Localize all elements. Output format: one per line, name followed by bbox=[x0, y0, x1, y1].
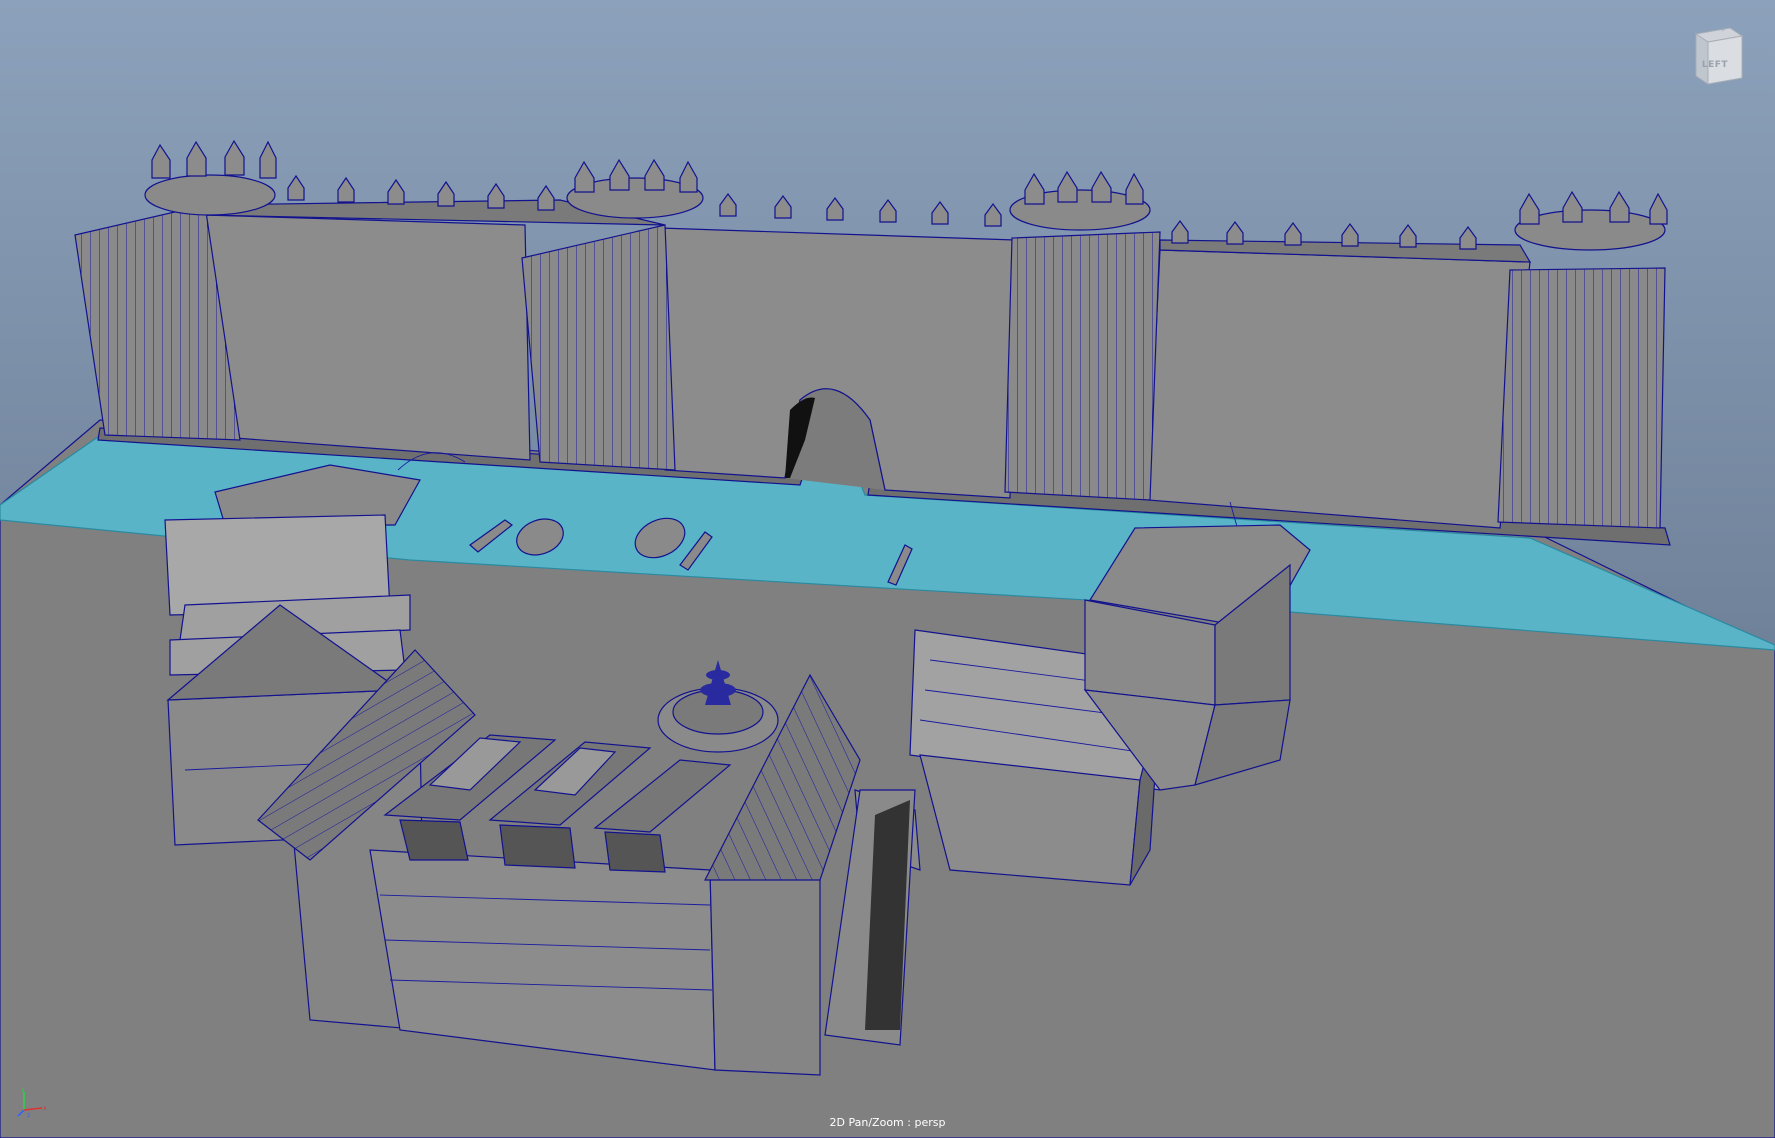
view-cube[interactable]: ᴾ LEFT bbox=[1690, 22, 1748, 88]
camera-label: 2D Pan/Zoom : persp bbox=[829, 1116, 946, 1129]
axis-gizmo-icon: y x z bbox=[17, 1086, 47, 1119]
city-wall-right[interactable] bbox=[1147, 249, 1531, 529]
tower-2[interactable] bbox=[521, 224, 676, 471]
axis-gizmo: y x z bbox=[14, 1084, 48, 1119]
svg-text:ᴾ: ᴾ bbox=[1722, 28, 1725, 36]
view-cube-icon[interactable]: ᴾ bbox=[1690, 22, 1748, 88]
tower-4[interactable] bbox=[1497, 267, 1666, 529]
city-wall-left[interactable] bbox=[204, 214, 531, 461]
axis-y-label: y bbox=[21, 1086, 25, 1093]
scene-canvas[interactable] bbox=[0, 0, 1775, 1138]
tower-3[interactable] bbox=[1004, 231, 1161, 501]
axis-x-label: x bbox=[43, 1105, 47, 1112]
tower-1-cap bbox=[144, 174, 276, 216]
perspective-viewport[interactable]: ᴾ LEFT y x z 2D Pan/Zoom : persp bbox=[0, 0, 1775, 1138]
